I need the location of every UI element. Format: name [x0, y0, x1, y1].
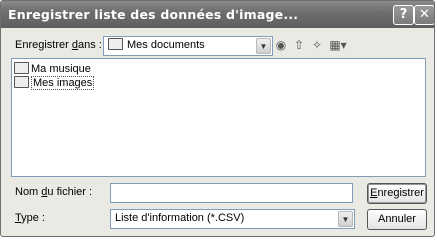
filetype-dropdown[interactable]: Liste d'information (*.CSV) ▼: [110, 209, 355, 229]
filetype-value: Liste d'information (*.CSV): [115, 212, 245, 224]
filename-label: Nom du fichier :: [15, 186, 93, 198]
back-icon[interactable]: ◉: [273, 37, 289, 53]
save-in-dropdown[interactable]: Mes documents ▼: [103, 36, 273, 56]
chevron-down-icon[interactable]: ▼: [338, 211, 353, 227]
help-icon: ?: [399, 7, 408, 22]
cancel-button[interactable]: Annuler: [367, 209, 427, 230]
close-button[interactable]: ✕: [414, 5, 434, 25]
list-item[interactable]: Ma musique: [14, 62, 91, 75]
folder-icon: [108, 38, 123, 51]
views-menu-icon[interactable]: ▦▾: [327, 37, 349, 53]
music-folder-icon: [14, 62, 29, 75]
title-bar: Enregistrer liste des données d'image...…: [1, 1, 434, 28]
save-in-value: Mes documents: [127, 39, 205, 51]
save-in-label: Enregistrer dans :: [15, 39, 102, 51]
help-button[interactable]: ?: [393, 5, 414, 25]
close-icon: ✕: [419, 7, 430, 22]
chevron-down-icon[interactable]: ▼: [256, 38, 271, 54]
list-item[interactable]: Mes images: [14, 76, 95, 90]
file-list[interactable]: Ma musique Mes images: [11, 58, 426, 177]
up-folder-icon[interactable]: ⇧: [291, 37, 307, 53]
filetype-label: Type :: [15, 212, 45, 224]
filename-input[interactable]: [110, 183, 353, 203]
save-button[interactable]: Enregistrer: [367, 183, 427, 204]
folder-icon: [14, 76, 29, 89]
new-folder-icon[interactable]: ✧: [309, 37, 325, 53]
save-dialog: Enregistrer liste des données d'image...…: [0, 0, 435, 237]
dialog-title: Enregistrer liste des données d'image...: [8, 7, 299, 22]
